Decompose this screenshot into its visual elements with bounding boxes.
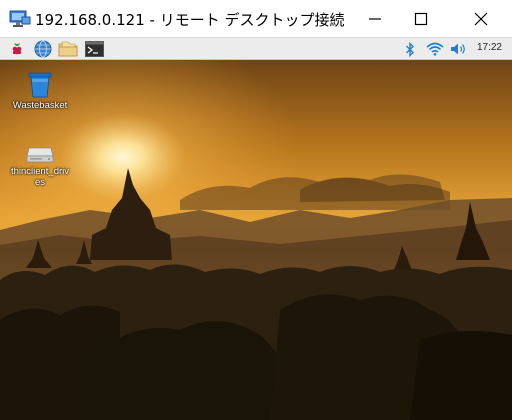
- taskbar: 17:22: [0, 38, 512, 60]
- thinclient-drives-desktop-icon[interactable]: thinclient_drives: [4, 142, 76, 188]
- wifi-button[interactable]: [425, 39, 445, 59]
- trash-icon: [28, 72, 52, 98]
- minimize-icon: [369, 18, 381, 20]
- raspberry-icon: [12, 43, 22, 55]
- bluetooth-icon: [406, 41, 414, 57]
- window-title-bar[interactable]: 192.168.0.121 - リモート デスクトップ接続: [0, 0, 512, 38]
- bluetooth-button[interactable]: [400, 39, 420, 59]
- globe-icon: [34, 40, 52, 58]
- close-button[interactable]: [458, 0, 504, 38]
- terminal-button[interactable]: [84, 39, 104, 59]
- minimize-button[interactable]: [352, 0, 398, 38]
- close-icon: [474, 12, 488, 26]
- desktop-wallpaper: [0, 60, 512, 420]
- wastebasket-desktop-icon[interactable]: Wastebasket: [4, 70, 76, 111]
- wifi-icon: [426, 42, 444, 56]
- terminal-icon: [84, 41, 104, 57]
- folder-icon: [58, 41, 78, 57]
- drive-icon: [26, 147, 54, 163]
- raspberry-menu-button[interactable]: [7, 39, 27, 59]
- web-browser-button[interactable]: [33, 39, 53, 59]
- maximize-button[interactable]: [398, 0, 444, 38]
- wastebasket-label: Wastebasket: [12, 100, 68, 111]
- volume-button[interactable]: [449, 39, 469, 59]
- thinclient-drives-label: thinclient_drives: [10, 166, 70, 188]
- clock[interactable]: 17:22: [477, 42, 502, 53]
- remote-desktop-icon: [9, 10, 31, 27]
- window-title: 192.168.0.121 - リモート デスクトップ接続: [35, 11, 345, 29]
- file-manager-button[interactable]: [58, 39, 78, 59]
- maximize-icon: [414, 12, 428, 26]
- remote-desktop[interactable]: 17:22 Wastebasket thinclient_drives: [0, 38, 512, 420]
- volume-icon: [451, 43, 465, 55]
